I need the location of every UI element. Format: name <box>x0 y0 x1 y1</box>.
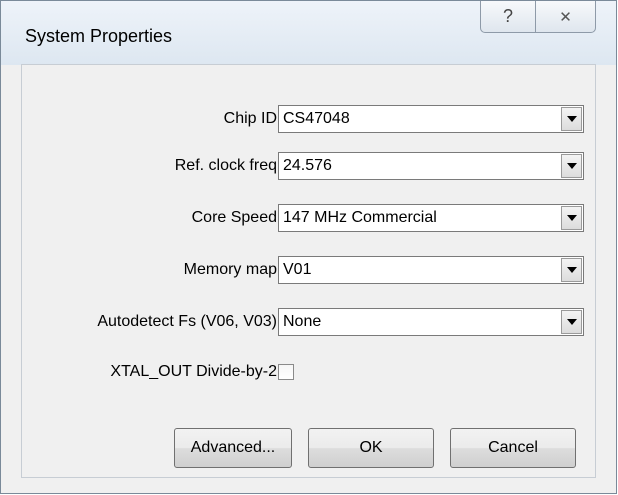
field-row-ref-clock: Ref. clock freq 24.576 <box>22 150 595 182</box>
ok-button[interactable]: OK <box>308 428 434 468</box>
chevron-down-icon[interactable] <box>561 206 582 230</box>
field-row-autodetect-fs: Autodetect Fs (V06, V03) None <box>22 306 595 338</box>
xtal-out-label: XTAL_OUT Divide-by-2 <box>110 363 277 380</box>
cancel-button[interactable]: Cancel <box>450 428 576 468</box>
ref-clock-value: 24.576 <box>283 157 332 174</box>
chevron-down-icon[interactable] <box>561 154 582 178</box>
help-button[interactable]: ? <box>480 1 535 33</box>
chip-id-combobox[interactable]: CS47048 <box>278 105 584 133</box>
chip-id-value: CS47048 <box>283 110 350 127</box>
dialog-body: Chip ID CS47048 Ref. clock freq 24.576 C… <box>21 64 596 478</box>
core-speed-combobox[interactable]: 147 MHz Commercial <box>278 204 584 232</box>
memory-map-label: Memory map <box>183 261 277 278</box>
core-speed-label: Core Speed <box>191 209 277 226</box>
autodetect-fs-combobox[interactable]: None <box>278 308 584 336</box>
memory-map-combobox[interactable]: V01 <box>278 256 584 284</box>
close-button[interactable]: ✕ <box>535 1 596 33</box>
chevron-down-icon[interactable] <box>561 258 582 282</box>
field-row-xtal-out: XTAL_OUT Divide-by-2 <box>22 356 595 388</box>
autodetect-fs-label: Autodetect Fs (V06, V03) <box>97 313 277 330</box>
field-row-chip-id: Chip ID CS47048 <box>22 103 595 135</box>
advanced-button[interactable]: Advanced... <box>174 428 292 468</box>
ref-clock-combobox[interactable]: 24.576 <box>278 152 584 180</box>
caption-buttons: ? ✕ <box>480 1 596 35</box>
title-bar[interactable]: System Properties ? ✕ <box>1 1 616 65</box>
field-row-memory-map: Memory map V01 <box>22 254 595 286</box>
field-row-core-speed: Core Speed 147 MHz Commercial <box>22 202 595 234</box>
chevron-down-icon[interactable] <box>561 310 582 334</box>
close-icon: ✕ <box>559 8 572 26</box>
help-icon: ? <box>502 6 513 26</box>
chip-id-label: Chip ID <box>223 110 277 127</box>
core-speed-value: 147 MHz Commercial <box>283 209 437 226</box>
xtal-out-checkbox[interactable] <box>278 364 294 380</box>
dialog-title: System Properties <box>25 26 173 46</box>
memory-map-value: V01 <box>283 261 312 278</box>
ref-clock-label: Ref. clock freq <box>174 157 277 174</box>
chevron-down-icon[interactable] <box>561 107 582 131</box>
system-properties-dialog: System Properties ? ✕ Chip ID CS47048 Re… <box>0 0 617 494</box>
autodetect-fs-value: None <box>283 313 322 330</box>
